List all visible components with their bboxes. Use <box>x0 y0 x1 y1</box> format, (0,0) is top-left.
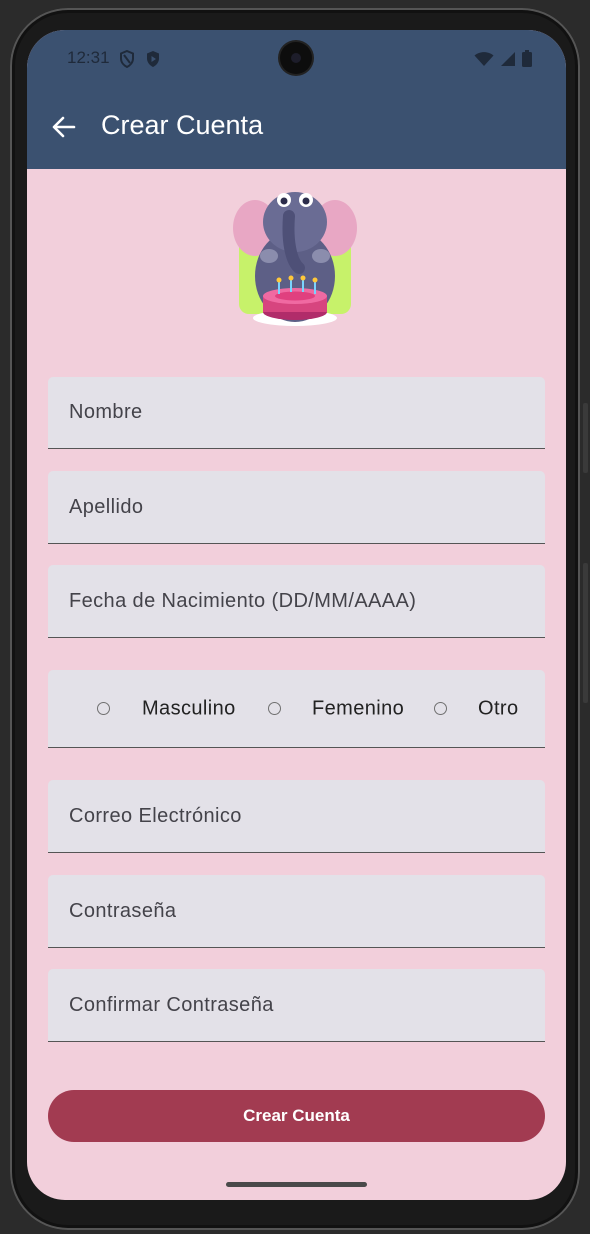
signal-icon <box>500 51 516 72</box>
volume-button <box>583 563 588 703</box>
status-time: 12:31 <box>67 48 110 67</box>
radio-button[interactable] <box>97 702 110 715</box>
radio-label: Femenino <box>312 697 405 719</box>
confirm-password-field[interactable] <box>48 969 545 1042</box>
status-bar: 12:31 <box>27 30 566 86</box>
battery-icon <box>522 50 532 72</box>
email-field[interactable] <box>48 780 545 853</box>
first-name-input[interactable] <box>48 377 545 448</box>
app-screen: 12:31 Crear Cuenta Nombre Apellido Fecha… <box>27 30 566 1200</box>
wifi-icon <box>474 51 494 72</box>
confirm-password-input[interactable] <box>48 969 545 1041</box>
first-name-field[interactable] <box>48 377 545 449</box>
gender-option-masculino[interactable]: Masculino <box>97 670 235 747</box>
gender-option-femenino[interactable]: Femenino <box>268 670 404 747</box>
play-protect-icon <box>145 50 161 73</box>
home-gesture-bar[interactable] <box>226 1182 367 1187</box>
last-name-input[interactable] <box>48 471 545 543</box>
gender-radio-group: Masculino Femenino Otro <box>48 670 545 748</box>
radio-button[interactable] <box>268 702 281 715</box>
birth-date-field[interactable] <box>48 565 545 638</box>
app-bar: 12:31 Crear Cuenta <box>27 30 566 169</box>
power-button <box>583 403 588 473</box>
back-arrow-icon[interactable] <box>49 112 79 142</box>
elephant-birthday-cake-icon <box>229 186 361 330</box>
page-title: Crear Cuenta <box>101 110 264 140</box>
radio-button[interactable] <box>434 702 447 715</box>
last-name-field[interactable] <box>48 471 545 544</box>
shield-icon <box>119 49 135 73</box>
radio-label: Masculino <box>142 697 236 719</box>
radio-label: Otro <box>478 697 519 719</box>
birth-date-input[interactable] <box>48 565 545 637</box>
gender-option-otro[interactable]: Otro <box>434 670 518 747</box>
create-account-button[interactable]: Crear Cuenta <box>48 1090 545 1142</box>
password-input[interactable] <box>48 875 545 947</box>
email-input[interactable] <box>48 780 545 852</box>
password-field[interactable] <box>48 875 545 948</box>
front-camera <box>280 42 312 74</box>
